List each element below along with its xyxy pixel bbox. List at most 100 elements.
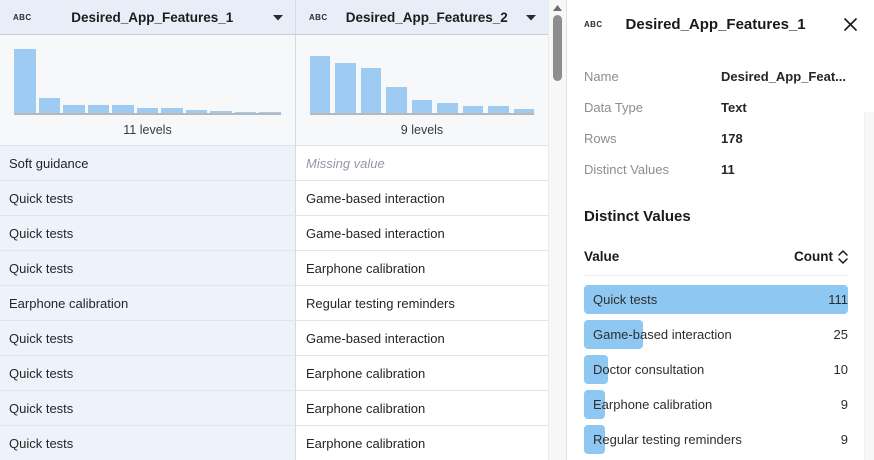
- column-headers: ABC Desired_App_Features_1 ABC Desired_A…: [0, 0, 548, 35]
- distinct-value-count: 25: [834, 327, 848, 342]
- chevron-down-icon[interactable]: [526, 14, 536, 21]
- cell-text: Quick tests: [9, 191, 73, 206]
- histogram-bar: [386, 87, 406, 113]
- histogram-bar: [259, 112, 281, 113]
- metadata-label: Name: [584, 69, 721, 84]
- text-type-icon: ABC: [13, 13, 32, 22]
- cell-text: Earphone calibration: [306, 436, 425, 451]
- table-rows: Soft guidance Missing value Quick tests …: [0, 146, 548, 460]
- cell-text: Quick tests: [9, 331, 73, 346]
- cell-features-1[interactable]: Quick tests: [0, 426, 296, 460]
- text-type-icon: ABC: [584, 20, 603, 29]
- metadata-value: Text: [721, 100, 747, 115]
- close-icon[interactable]: [841, 15, 860, 34]
- metadata-value: Desired_App_Feat...: [721, 69, 846, 84]
- cell-text: Soft guidance: [9, 156, 89, 171]
- data-table: ABC Desired_App_Features_1 ABC Desired_A…: [0, 0, 548, 460]
- table-row: Quick tests Earphone calibration: [0, 426, 548, 460]
- histogram-bar: [235, 112, 257, 113]
- table-row: Quick tests Earphone calibration: [0, 251, 548, 286]
- vertical-scrollbar[interactable]: [548, 0, 566, 460]
- cell-features-2[interactable]: Earphone calibration: [296, 426, 548, 460]
- cell-features-2[interactable]: Game-based interaction: [296, 321, 548, 355]
- histogram-bar: [412, 100, 432, 113]
- distinct-value-count: 111: [828, 292, 848, 307]
- cell-features-1[interactable]: Quick tests: [0, 216, 296, 250]
- histogram-bar: [186, 110, 208, 113]
- text-type-icon: ABC: [309, 13, 328, 22]
- table-row: Quick tests Game-based interaction: [0, 216, 548, 251]
- metadata-row: Rows 178: [584, 123, 848, 154]
- distinct-value-label: Quick tests: [593, 292, 657, 307]
- table-row: Quick tests Earphone calibration: [0, 391, 548, 426]
- histogram-bar: [63, 105, 85, 113]
- cell-features-2[interactable]: Missing value: [296, 146, 548, 180]
- cell-features-1[interactable]: Earphone calibration: [0, 286, 296, 320]
- count-column-header[interactable]: Count: [794, 249, 848, 264]
- chevron-down-icon[interactable]: [273, 14, 283, 21]
- column-header-features-2[interactable]: ABC Desired_App_Features_2: [296, 0, 548, 34]
- distinct-value-label: Regular testing reminders: [593, 432, 742, 447]
- cell-features-1[interactable]: Soft guidance: [0, 146, 296, 180]
- table-row: Quick tests Game-based interaction: [0, 181, 548, 216]
- cell-features-2[interactable]: Game-based interaction: [296, 181, 548, 215]
- cell-features-1[interactable]: Quick tests: [0, 181, 296, 215]
- cell-text: Game-based interaction: [306, 191, 445, 206]
- cell-features-1[interactable]: Quick tests: [0, 321, 296, 355]
- scroll-up-arrow-icon[interactable]: [549, 0, 566, 15]
- distinct-value-row[interactable]: Game-based interaction 25: [584, 317, 848, 352]
- cell-text: Earphone calibration: [306, 366, 425, 381]
- levels-label: 9 levels: [296, 115, 548, 137]
- cell-features-2[interactable]: Earphone calibration: [296, 356, 548, 390]
- cell-text: Game-based interaction: [306, 226, 445, 241]
- distinct-value-count: 10: [834, 362, 848, 377]
- cell-features-2[interactable]: Game-based interaction: [296, 216, 548, 250]
- histogram-features-1[interactable]: 11 levels: [0, 35, 296, 145]
- metadata-label: Data Type: [584, 100, 721, 115]
- histogram-bar: [137, 108, 159, 113]
- panel-header: ABC Desired_App_Features_1: [584, 15, 860, 34]
- table-row: Earphone calibration Regular testing rem…: [0, 286, 548, 321]
- distinct-value-row[interactable]: Quick tests 111: [584, 282, 848, 317]
- histogram-bar: [88, 105, 110, 113]
- cell-features-1[interactable]: Quick tests: [0, 251, 296, 285]
- cell-text: Earphone calibration: [306, 261, 425, 276]
- histogram-row: 11 levels 9 levels: [0, 35, 548, 146]
- distinct-values-list: Quick tests 111 Game-based interaction 2…: [584, 282, 848, 457]
- metadata-row: Name Desired_App_Feat...: [584, 61, 848, 92]
- histogram-bars: [310, 49, 534, 115]
- histogram-bar: [514, 109, 534, 113]
- column-detail-panel: ABC Desired_App_Features_1 Name Desired_…: [566, 0, 874, 460]
- panel-scrollbar-track[interactable]: [864, 112, 874, 460]
- cell-features-2[interactable]: Earphone calibration: [296, 251, 548, 285]
- histogram-bar: [335, 63, 355, 113]
- metadata-row: Distinct Values 11: [584, 154, 848, 185]
- column-header-features-1[interactable]: ABC Desired_App_Features_1: [0, 0, 296, 34]
- histogram-bar: [361, 68, 381, 113]
- column-title: Desired_App_Features_2: [328, 10, 526, 25]
- distinct-value-row[interactable]: Regular testing reminders 9: [584, 422, 848, 457]
- sort-icon: [838, 250, 848, 264]
- distinct-value-row[interactable]: Doctor consultation 10: [584, 352, 848, 387]
- cell-text: Quick tests: [9, 261, 73, 276]
- cell-text: Quick tests: [9, 436, 73, 451]
- scrollbar-thumb[interactable]: [553, 15, 562, 81]
- column-title: Desired_App_Features_1: [32, 10, 273, 25]
- cell-features-1[interactable]: Quick tests: [0, 391, 296, 425]
- value-column-header: Value: [584, 249, 619, 264]
- metadata-label: Rows: [584, 131, 721, 146]
- cell-text: Missing value: [306, 156, 385, 171]
- distinct-value-label: Earphone calibration: [593, 397, 712, 412]
- histogram-bar: [14, 49, 36, 113]
- cell-features-2[interactable]: Regular testing reminders: [296, 286, 548, 320]
- metadata-value: 178: [721, 131, 743, 146]
- cell-features-1[interactable]: Quick tests: [0, 356, 296, 390]
- histogram-features-2[interactable]: 9 levels: [296, 35, 548, 145]
- cell-features-2[interactable]: Earphone calibration: [296, 391, 548, 425]
- histogram-bar: [210, 111, 232, 113]
- distinct-value-label: Game-based interaction: [593, 327, 732, 342]
- data-explorer-window: ABC Desired_App_Features_1 ABC Desired_A…: [0, 0, 874, 460]
- distinct-value-row[interactable]: Earphone calibration 9: [584, 387, 848, 422]
- histogram-bar: [437, 103, 457, 113]
- distinct-value-label: Doctor consultation: [593, 362, 704, 377]
